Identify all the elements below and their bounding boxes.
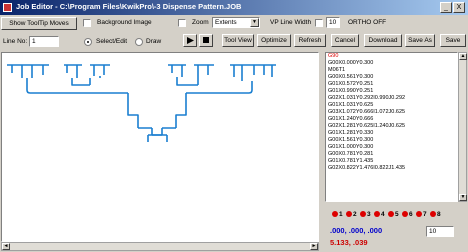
optimize-button[interactable]: Optimize	[257, 34, 291, 47]
show-tooltip-moves-button[interactable]: Show ToolTip Moves	[1, 17, 77, 30]
cancel-button[interactable]: Cancel	[331, 34, 359, 47]
valve-5-toggle[interactable]: 5	[388, 211, 399, 218]
zoom-checkbox[interactable]	[178, 19, 186, 27]
list-item[interactable]: G02X0.822Y1.476I0.822J1.435	[326, 165, 457, 172]
valve-dot-icon	[388, 211, 394, 218]
vp-line-width-label: VP Line Width	[270, 19, 312, 26]
list-item[interactable]: G90	[326, 53, 457, 60]
list-item[interactable]: M06T1	[326, 67, 457, 74]
vp-line-width-checkbox[interactable]	[315, 19, 323, 27]
valve-dot-icon	[430, 211, 436, 218]
list-item[interactable]: G01X0.572Y0.251	[326, 81, 457, 88]
list-item[interactable]: G00X1.561Y0.300	[326, 137, 457, 144]
valve-dot-icon	[402, 211, 408, 218]
canvas-horizontal-scrollbar[interactable]: ◄ ►	[1, 242, 319, 251]
select-edit-label: Select/Edit	[96, 38, 128, 45]
refresh-button[interactable]: Refresh	[294, 34, 326, 47]
valve-2-toggle[interactable]: 2	[346, 211, 357, 218]
scroll-down-arrow-icon[interactable]: ▼	[459, 194, 467, 201]
line-no-input[interactable]: 1	[29, 36, 59, 47]
valve-label: 5	[395, 211, 399, 218]
valve-dot-icon	[332, 211, 338, 218]
list-item[interactable]: G01X1.281Y0.330	[326, 130, 457, 137]
valve-dot-icon	[346, 211, 352, 218]
line-no-label: Line No:	[3, 38, 28, 45]
drawing-canvas[interactable]	[1, 52, 319, 242]
draw-label: Draw	[146, 38, 162, 45]
pattern-path-right	[186, 64, 276, 94]
save-as-button[interactable]: Save As	[405, 34, 435, 47]
background-image-checkbox[interactable]	[83, 19, 91, 27]
valve-value-input[interactable]: 10	[426, 226, 454, 237]
valve-label: 2	[353, 211, 357, 218]
list-item[interactable]: G01X1.240Y0.666	[326, 116, 457, 123]
list-item[interactable]: G00X0.561Y0.300	[326, 74, 457, 81]
pattern-path-pair-2	[168, 64, 214, 86]
valve-label: 8	[437, 211, 441, 218]
valve-dot-icon	[360, 211, 366, 218]
pattern-path-pair-1	[64, 64, 110, 86]
select-edit-radio[interactable]	[84, 38, 92, 46]
scroll-up-arrow-icon[interactable]: ▲	[459, 53, 467, 60]
scroll-right-arrow-icon[interactable]: ►	[310, 243, 318, 250]
pattern-path-trunk	[127, 93, 187, 136]
title-bar: Job Editor - C:\Program Files\KwikPro\-3…	[0, 0, 468, 15]
zoom-select-value: Extents	[215, 19, 237, 26]
minimize-button[interactable]: _	[440, 2, 452, 13]
valve-label: 7	[423, 211, 427, 218]
valve-1-toggle[interactable]: 1	[332, 211, 343, 218]
position-readout: .000, .000, .000	[330, 226, 383, 235]
valve-label: 6	[409, 211, 413, 218]
vp-line-width-input[interactable]: 10	[326, 17, 340, 28]
list-item[interactable]: G01X1.031Y0.625	[326, 102, 457, 109]
list-item[interactable]: G02X1.031Y0.292I0.990J0.292	[326, 95, 457, 102]
valve-label: 1	[339, 211, 343, 218]
list-item[interactable]: G02X1.281Y0.625I1.240J0.625	[326, 123, 457, 130]
list-item[interactable]: G01X0.990Y0.251	[326, 88, 457, 95]
list-item[interactable]: G00X0.781Y0.281	[326, 151, 457, 158]
valve-dot-icon	[374, 211, 380, 218]
valve-6-toggle[interactable]: 6	[402, 211, 413, 218]
valve-4-toggle[interactable]: 4	[374, 211, 385, 218]
app-icon	[3, 3, 12, 12]
list-item[interactable]: G01X1.000Y0.300	[326, 144, 457, 151]
list-item[interactable]: G00X0.000Y0.300	[326, 60, 457, 67]
window-title: Job Editor - C:\Program Files\KwikPro\-3…	[16, 2, 242, 11]
command-list[interactable]: G90 G00X0.000Y0.300 M06T1 G00X0.561Y0.30…	[325, 52, 458, 202]
stop-icon	[203, 37, 209, 43]
list-item[interactable]: G01X0.781Y1.435	[326, 158, 457, 165]
zoom-label: Zoom	[192, 19, 209, 26]
list-item[interactable]: G03X1.072Y0.666I1.072J0.625	[326, 109, 457, 116]
play-button[interactable]	[183, 34, 197, 47]
valve-dot-icon	[416, 211, 422, 218]
save-button[interactable]: Save	[440, 34, 466, 47]
stop-button[interactable]	[199, 34, 213, 47]
chevron-down-icon[interactable]: ▼	[250, 18, 259, 27]
valve-7-toggle[interactable]: 7	[416, 211, 427, 218]
play-icon	[187, 37, 194, 44]
scroll-left-arrow-icon[interactable]: ◄	[2, 243, 10, 250]
ortho-label: ORTHO OFF	[348, 19, 387, 26]
background-image-label: Background Image	[97, 19, 152, 26]
pattern-path-stub	[147, 134, 168, 142]
size-readout: 5.133, .039	[330, 238, 368, 247]
valve-8-toggle[interactable]: 8	[430, 211, 441, 218]
dispense-pattern-drawing	[7, 64, 276, 142]
valve-label: 3	[367, 211, 371, 218]
download-button[interactable]: Download	[364, 34, 402, 47]
command-list-scrollbar[interactable]: ▲ ▼	[458, 52, 467, 202]
draw-radio[interactable]	[135, 38, 143, 46]
valve-label: 4	[381, 211, 385, 218]
valve-3-toggle[interactable]: 3	[360, 211, 371, 218]
close-button[interactable]: X	[453, 2, 465, 13]
tool-view-button[interactable]: Tool View	[222, 34, 254, 47]
